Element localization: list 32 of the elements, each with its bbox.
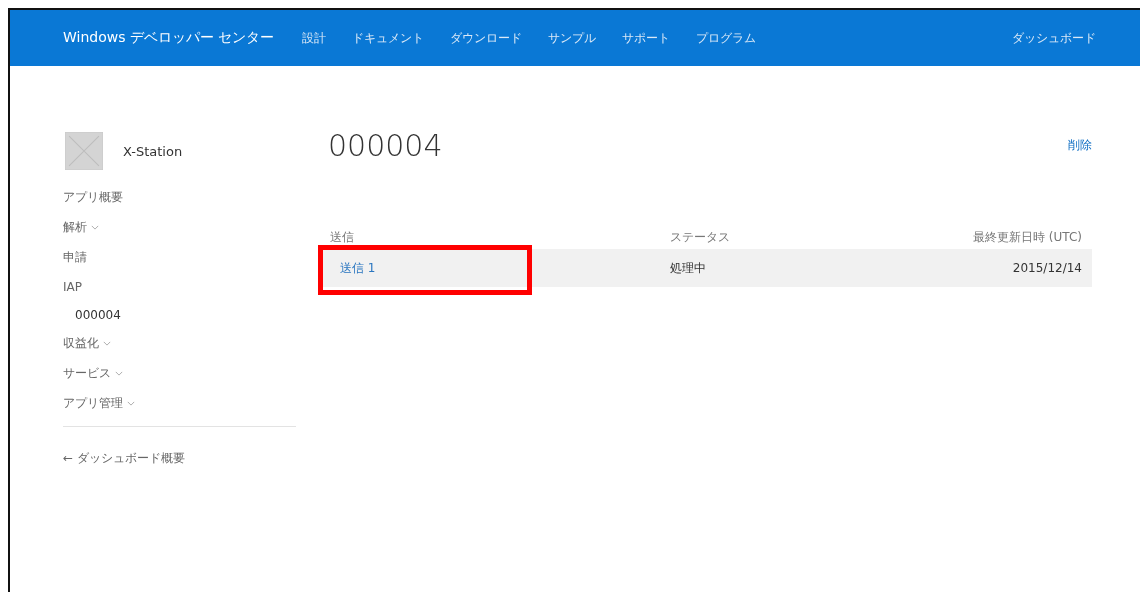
chevron-down-icon bbox=[127, 400, 135, 406]
delete-link[interactable]: 削除 bbox=[1068, 137, 1092, 154]
chevron-down-icon bbox=[91, 224, 99, 230]
app-name: X-Station bbox=[123, 143, 183, 159]
sidebar-item[interactable]: 申請 bbox=[63, 242, 87, 272]
site-title[interactable]: Windows デベロッパー センター bbox=[63, 29, 275, 47]
column-header: ステータス bbox=[670, 228, 731, 246]
submission-link[interactable]: 送信 1 bbox=[330, 259, 376, 277]
sidebar-item[interactable]: 解析 bbox=[63, 212, 99, 242]
sidebar-item[interactable]: アプリ概要 bbox=[63, 182, 123, 212]
nav-link[interactable]: サンプル bbox=[548, 29, 597, 47]
sidebar-item[interactable]: IAP bbox=[63, 272, 82, 302]
column-header: 最終更新日時 (UTC) bbox=[973, 228, 1082, 246]
nav-link[interactable]: サポート bbox=[622, 29, 671, 47]
dashboard-link[interactable]: ダッシュボード bbox=[1012, 29, 1096, 47]
sidebar-item[interactable]: 収益化 bbox=[63, 328, 111, 358]
status-cell-text: 処理中 bbox=[670, 259, 707, 277]
back-link[interactable]: ← ダッシュボード概要 bbox=[63, 443, 185, 473]
sidebar-item[interactable]: サービス bbox=[63, 358, 123, 388]
chevron-down-icon bbox=[115, 370, 123, 376]
nav-link[interactable]: ドキュメント bbox=[352, 29, 425, 47]
date-cell: 2015/12/14 bbox=[1012, 261, 1082, 275]
nav-link[interactable]: 設計 bbox=[302, 29, 327, 47]
column-header: 送信 bbox=[330, 228, 355, 246]
page-title: 000004 bbox=[328, 128, 443, 163]
table-row[interactable]: 送信 1 処理中 2015/12/14 bbox=[320, 249, 1092, 287]
sidebar-item[interactable]: アプリ管理 bbox=[63, 388, 135, 418]
nav-link[interactable]: ダウンロード bbox=[450, 29, 523, 47]
image-placeholder-icon bbox=[63, 130, 105, 172]
nav-link[interactable]: プログラム bbox=[696, 29, 757, 47]
chevron-down-icon bbox=[103, 340, 111, 346]
sidebar-subitem[interactable]: 000004 bbox=[63, 302, 121, 328]
